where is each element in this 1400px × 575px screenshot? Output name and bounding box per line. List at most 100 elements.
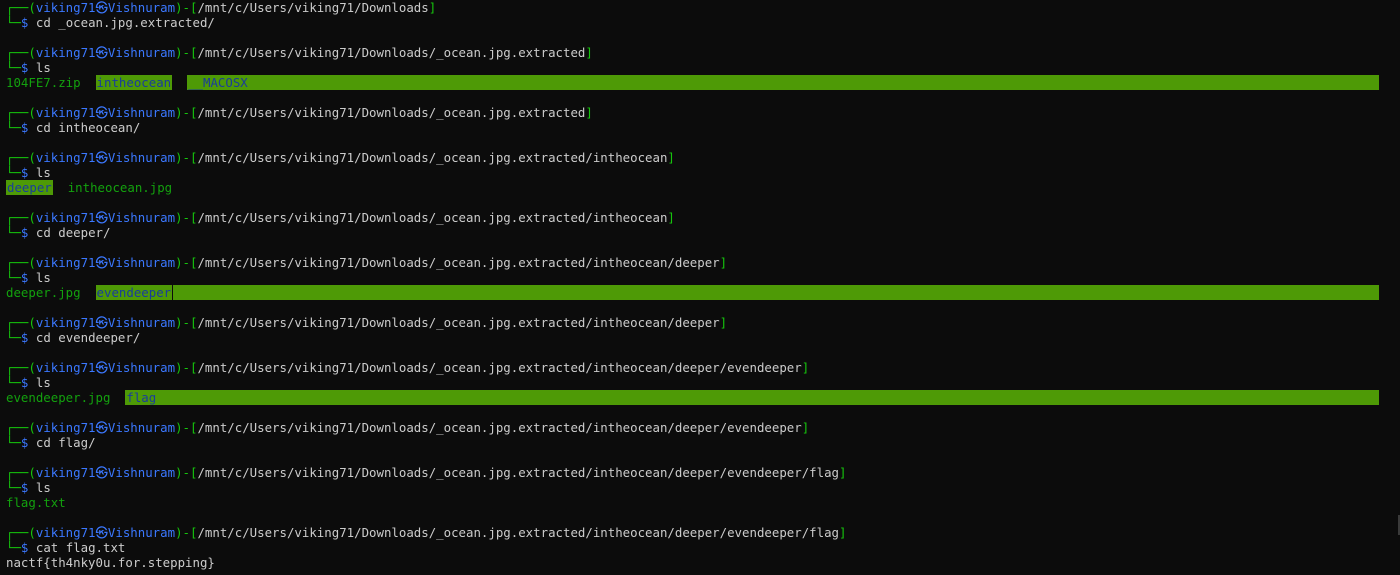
output-line: deeper.jpg evendeeper — [6, 285, 1400, 300]
prompt-header-line: ┌──(viking71㉿Vishnuram)-[/mnt/c/Users/vi… — [6, 45, 1400, 60]
prompt-cwd: /mnt/c/Users/viking71/Downloads/_ocean.j… — [197, 150, 668, 165]
command-text: cat flag.txt — [35, 540, 126, 555]
prompt-user: viking71 — [35, 210, 96, 225]
prompt-frame-mid: )-[ — [175, 0, 198, 15]
command-line: └─$ cd flag/ — [6, 435, 1400, 450]
prompt-frame-open: ┌──( — [6, 315, 36, 330]
command-text: cd intheocean/ — [35, 120, 141, 135]
prompt-frame-close: ] — [801, 360, 810, 375]
directory-entry: flag — [125, 390, 158, 405]
prompt-at-icon: ㉿ — [95, 150, 108, 165]
prompt-frame-open: ┌──( — [6, 360, 36, 375]
prompt-user: viking71 — [35, 420, 96, 435]
prompt-at-icon: ㉿ — [95, 105, 108, 120]
directory-entry: __MACOSX — [187, 75, 249, 90]
command-line: └─$ cd intheocean/ — [6, 120, 1400, 135]
prompt-frame-bottom: └─ — [6, 375, 21, 390]
output-separator — [81, 75, 96, 90]
prompt-host: Vishnuram — [107, 0, 176, 15]
prompt-header-line: ┌──(viking71㉿Vishnuram)-[/mnt/c/Users/vi… — [6, 210, 1400, 225]
prompt-host: Vishnuram — [107, 255, 176, 270]
output-separator — [53, 180, 68, 195]
command-text: ls — [35, 375, 51, 390]
directory-highlight-bar — [249, 75, 1379, 90]
command-text: ls — [35, 60, 51, 75]
prompt-frame-open: ┌──( — [6, 45, 36, 60]
prompt-frame-close: ] — [667, 150, 675, 165]
prompt-frame-bottom: └─ — [6, 540, 21, 555]
prompt-host: Vishnuram — [107, 45, 176, 60]
command-line: └─$ cd evendeeper/ — [6, 330, 1400, 345]
output-line: 104FE7.zip intheocean __MACOSX — [6, 75, 1400, 90]
prompt-frame-bottom: └─ — [6, 15, 21, 30]
prompt-frame-close: ] — [839, 465, 847, 480]
prompt-cwd: /mnt/c/Users/viking71/Downloads/_ocean.j… — [197, 45, 586, 60]
prompt-cwd: /mnt/c/Users/viking71/Downloads/_ocean.j… — [197, 420, 802, 435]
prompt-frame-bottom: └─ — [6, 435, 21, 450]
prompt-frame-close: ] — [719, 315, 728, 330]
output-separator — [81, 285, 96, 300]
prompt-cwd: /mnt/c/Users/viking71/Downloads — [197, 0, 429, 15]
file-entry: 104FE7.zip — [6, 75, 81, 90]
prompt-user: viking71 — [35, 315, 96, 330]
output-line: deeper intheocean.jpg — [6, 180, 1400, 195]
prompt-frame-close: ] — [667, 210, 675, 225]
prompt-at-icon: ㉿ — [95, 525, 108, 540]
prompt-user: viking71 — [35, 105, 96, 120]
file-entry: evendeeper.jpg — [6, 390, 111, 405]
prompt-cwd: /mnt/c/Users/viking71/Downloads/_ocean.j… — [197, 210, 668, 225]
prompt-cwd: /mnt/c/Users/viking71/Downloads/_ocean.j… — [197, 525, 839, 540]
prompt-host: Vishnuram — [107, 420, 176, 435]
prompt-at-icon: ㉿ — [95, 210, 108, 225]
prompt-user: viking71 — [35, 0, 96, 15]
prompt-host: Vishnuram — [107, 315, 176, 330]
prompt-header-line: ┌──(viking71㉿Vishnuram)-[/mnt/c/Users/vi… — [6, 525, 1400, 540]
prompt-frame-open: ┌──( — [6, 210, 36, 225]
prompt-frame-close: ] — [428, 0, 437, 15]
output-separator — [110, 390, 125, 405]
prompt-at-icon: ㉿ — [95, 255, 108, 270]
prompt-frame-bottom: └─ — [6, 120, 21, 135]
command-text: cd _ocean.jpg.extracted/ — [35, 15, 215, 30]
command-text: ls — [35, 165, 51, 180]
prompt-frame-close: ] — [839, 525, 847, 540]
prompt-at-icon: ㉿ — [95, 465, 108, 480]
prompt-cwd: /mnt/c/Users/viking71/Downloads/_ocean.j… — [197, 315, 720, 330]
prompt-header-line: ┌──(viking71㉿Vishnuram)-[/mnt/c/Users/vi… — [6, 315, 1400, 330]
prompt-header-line: ┌──(viking71㉿Vishnuram)-[/mnt/c/Users/vi… — [6, 465, 1400, 480]
prompt-frame-mid: )-[ — [175, 315, 198, 330]
prompt-frame-mid: )-[ — [175, 420, 198, 435]
prompt-header-line: ┌──(viking71㉿Vishnuram)-[/mnt/c/Users/vi… — [6, 150, 1400, 165]
prompt-frame-mid: )-[ — [175, 255, 198, 270]
prompt-frame-bottom: └─ — [6, 225, 21, 240]
prompt-user: viking71 — [35, 360, 96, 375]
directory-entry: evendeeper — [95, 285, 173, 300]
prompt-frame-mid: )-[ — [175, 360, 198, 375]
prompt-cwd: /mnt/c/Users/viking71/Downloads/_ocean.j… — [197, 105, 586, 120]
prompt-at-icon: ㉿ — [95, 315, 108, 330]
output-line: evendeeper.jpg flag — [6, 390, 1400, 405]
prompt-frame-open: ┌──( — [6, 525, 36, 540]
command-text: ls — [35, 270, 51, 285]
prompt-frame-close: ] — [719, 255, 728, 270]
terminal-window[interactable]: ┌──(viking71㉿Vishnuram)-[/mnt/c/Users/vi… — [0, 0, 1400, 575]
command-line: └─$ cat flag.txt — [6, 540, 1400, 555]
output-line: flag.txt — [6, 495, 1400, 510]
prompt-at-icon: ㉿ — [95, 360, 108, 375]
prompt-frame-bottom: └─ — [6, 165, 21, 180]
